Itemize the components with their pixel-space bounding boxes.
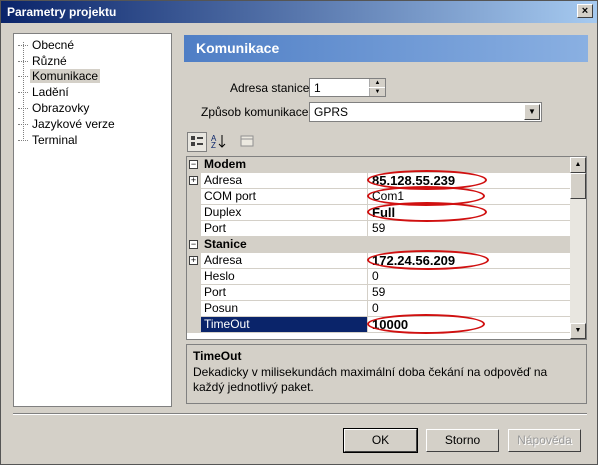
tree-item-komunikace[interactable]: Komunikace [18, 69, 101, 84]
scroll-down-icon[interactable]: ▼ [570, 323, 586, 339]
property-name: Port [201, 221, 368, 236]
property-value[interactable]: 0 [369, 301, 569, 316]
section-header: Komunikace [184, 35, 588, 62]
expand-icon[interactable]: + [189, 176, 198, 185]
tree-item-ladeni[interactable]: Ladění [18, 85, 71, 100]
property-value[interactable]: 59 [369, 285, 569, 300]
tree-item-obrazovky[interactable]: Obrazovky [18, 101, 91, 116]
grid-property-row[interactable]: Port 59 [187, 285, 571, 301]
ok-button[interactable]: OK [343, 428, 418, 453]
row-gutter [187, 317, 201, 332]
property-name: Heslo [201, 269, 368, 284]
grid-property-row[interactable]: Posun 0 [187, 301, 571, 317]
close-button[interactable]: × [577, 4, 593, 18]
grid-category-row[interactable]: − Modem [187, 157, 571, 173]
tree-item-terminal[interactable]: Terminal [18, 133, 79, 148]
property-value[interactable]: 59 [369, 221, 569, 236]
close-icon: × [581, 5, 589, 17]
alphabetical-icon[interactable]: A Z [209, 132, 229, 152]
svg-text:Z: Z [211, 141, 216, 149]
title-bar[interactable]: Parametry projektu × [1, 1, 597, 23]
annotation-ellipse [367, 250, 489, 270]
cancel-button[interactable]: Storno [426, 429, 499, 452]
station-address-label: Adresa stanice: [230, 81, 313, 95]
station-address-spinner[interactable]: 1 ▲ ▼ [309, 78, 386, 97]
collapse-icon[interactable]: − [189, 240, 198, 249]
tree-item-ruzne[interactable]: Různé [18, 54, 69, 69]
property-grid[interactable]: − Modem + Adresa 85.128.55.239 COM port Com1 Du… [186, 156, 587, 340]
tree-item-jazykove-verze[interactable]: Jazykové verze [18, 117, 117, 132]
spin-down-icon[interactable]: ▼ [369, 88, 385, 96]
help-title: TimeOut [193, 349, 242, 363]
property-name: Adresa [201, 253, 368, 268]
property-value[interactable]: 0 [369, 269, 569, 284]
row-gutter [187, 221, 201, 236]
annotation-ellipse [367, 314, 485, 334]
annotation-ellipse [367, 202, 487, 222]
tree-item-obecne[interactable]: Obecné [18, 38, 76, 53]
property-name: COM port [201, 189, 368, 204]
property-name: Modem [204, 157, 246, 171]
row-gutter: − [187, 237, 201, 252]
property-name: Duplex [201, 205, 368, 220]
property-name: Posun [201, 301, 368, 316]
property-name: TimeOut [201, 317, 368, 332]
row-gutter [187, 269, 201, 284]
property-pages-icon[interactable] [237, 132, 257, 152]
property-name: Stanice [204, 237, 247, 251]
footer-divider [13, 413, 587, 415]
spin-up-icon[interactable]: ▲ [369, 79, 385, 87]
help-button[interactable]: Nápověda [508, 429, 581, 452]
scroll-thumb[interactable] [570, 173, 586, 199]
comm-method-value: GPRS [314, 105, 349, 119]
chevron-down-icon[interactable]: ▼ [524, 104, 540, 120]
row-gutter [187, 205, 201, 220]
window-title: Parametry projektu [7, 5, 117, 19]
row-gutter [187, 189, 201, 204]
comm-method-label: Způsob komunikace [201, 105, 309, 119]
station-address-value: 1 [314, 81, 321, 95]
expand-icon[interactable]: + [189, 256, 198, 265]
row-gutter: − [187, 157, 201, 172]
comm-method-select[interactable]: GPRS ▼ [309, 102, 542, 122]
row-gutter: + [187, 173, 201, 188]
scroll-up-icon[interactable]: ▲ [570, 157, 586, 173]
project-settings-dialog: Parametry projektu × Obecné Různé Komuni… [0, 0, 598, 465]
help-description: Dekadicky v milisekundách maximální doba… [193, 365, 548, 394]
property-name: Adresa [201, 173, 368, 188]
collapse-icon[interactable]: − [189, 160, 198, 169]
row-gutter [187, 285, 201, 300]
row-gutter: + [187, 253, 201, 268]
category-tree[interactable]: Obecné Různé Komunikace Ladění Obrazovky… [13, 33, 172, 407]
grid-property-row[interactable]: Port 59 [187, 221, 571, 237]
categorized-icon[interactable] [187, 132, 207, 152]
row-gutter [187, 301, 201, 316]
grid-scrollbar[interactable]: ▲ ▼ [570, 157, 586, 339]
grid-category-row[interactable]: − Stanice [187, 237, 571, 253]
help-panel: TimeOut Dekadicky v milisekundách maximá… [186, 344, 587, 404]
grid-property-row[interactable]: Heslo 0 [187, 269, 571, 285]
property-name: Port [201, 285, 368, 300]
